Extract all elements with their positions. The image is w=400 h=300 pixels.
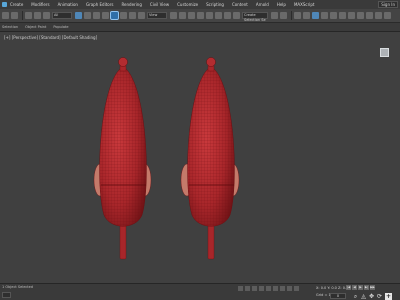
rendered-frame-window-icon[interactable] [357, 12, 364, 19]
menu-help[interactable]: Help [277, 2, 286, 7]
manipulate-icon[interactable] [179, 12, 186, 19]
menu-civil-view[interactable]: Civil View [150, 2, 169, 7]
menu-arnold[interactable]: Arnold [256, 2, 269, 7]
ribbon-tab-selection[interactable]: Selection [2, 25, 18, 29]
menu-graph-editors[interactable]: Graph Editors [86, 2, 113, 7]
adaptive-degradation-icon[interactable] [259, 286, 264, 291]
edit-named-selection-icon[interactable] [233, 12, 240, 19]
material-editor-icon[interactable] [339, 12, 346, 19]
go-to-end-icon[interactable]: ▶▶ [370, 285, 375, 290]
auto-key-icon[interactable] [294, 286, 299, 291]
link-icon[interactable] [25, 12, 32, 19]
undo-icon[interactable] [2, 12, 9, 19]
sign-in-button[interactable]: Sign In [378, 1, 398, 8]
right-model[interactable] [180, 57, 240, 260]
menu-customize[interactable]: Customize [177, 2, 198, 7]
play-icon[interactable]: ▶ [358, 285, 363, 290]
scene-explorer-icon[interactable] [294, 12, 301, 19]
left-model-wireframe [99, 67, 147, 227]
key-filters-icon[interactable] [273, 286, 278, 291]
select-by-name-icon[interactable] [84, 12, 91, 19]
right-model-stem [207, 221, 215, 260]
orbit-icon[interactable]: ⟳ [376, 293, 383, 300]
set-key-mode-icon[interactable] [287, 286, 292, 291]
viewport-label[interactable]: [+] [Perspective] [Standard] [Default Sh… [4, 35, 97, 40]
time-configuration-icon[interactable] [280, 286, 285, 291]
menu-rendering[interactable]: Rendering [121, 2, 141, 7]
mirror-icon[interactable] [271, 12, 278, 19]
toolbar-divider [291, 11, 292, 20]
field-of-view-icon[interactable]: ◬ [360, 293, 367, 300]
menu-scripting[interactable]: Scripting [206, 2, 224, 7]
menu-create[interactable]: Create [10, 2, 23, 7]
next-frame-icon[interactable]: ▶| [364, 285, 369, 290]
animation-playback-controls: |◀ ◀ ▶ ▶| ▶▶ [346, 285, 376, 290]
viewport-scene [93, 57, 240, 260]
pan-view-icon[interactable]: ✥ [368, 293, 375, 300]
schematic-view-icon[interactable] [330, 12, 337, 19]
menu-bar: Create Modifiers Animation Graph Editors… [0, 0, 400, 9]
toolbar-divider [22, 11, 23, 20]
menu-modifiers[interactable]: Modifiers [31, 2, 49, 7]
render-production-icon[interactable] [366, 12, 373, 19]
perspective-viewport[interactable]: [+] [Perspective] [Standard] [Default Sh… [0, 32, 400, 283]
ribbon-tabs: Selection Object Paint Populate [0, 23, 400, 32]
select-and-scale-icon[interactable] [129, 12, 136, 19]
selection-status-text: 1 Object Selected [2, 285, 34, 289]
named-selection-set-dropdown[interactable]: Create Selection Se [242, 12, 268, 22]
menu-maxscript[interactable]: MAXScript [294, 2, 315, 7]
app-logo-icon[interactable] [2, 2, 7, 7]
render-setup-icon[interactable] [348, 12, 355, 19]
rectangle-selection-icon[interactable] [93, 12, 100, 19]
go-to-start-icon[interactable]: |◀ [346, 285, 351, 290]
layer-explorer-icon[interactable] [303, 12, 310, 19]
right-model-wireframe [187, 67, 235, 227]
bind-space-warp-icon[interactable] [43, 12, 50, 19]
snaps-toggle-icon[interactable] [197, 12, 204, 19]
left-model[interactable] [93, 57, 152, 260]
select-object-icon[interactable] [75, 12, 82, 19]
curve-editor-icon[interactable] [321, 12, 328, 19]
selection-lock-icon[interactable] [245, 286, 250, 291]
main-toolbar: All View Create Selection Se [0, 9, 400, 23]
render-in-cloud-icon[interactable] [375, 12, 382, 19]
left-model-stem [119, 221, 127, 260]
current-frame-field[interactable]: 0 [330, 293, 346, 299]
ribbon-tab-object-paint[interactable]: Object Paint [25, 25, 46, 29]
keyboard-shortcut-icon[interactable] [188, 12, 195, 19]
add-time-tag-icon[interactable] [266, 286, 271, 291]
angle-snap-icon[interactable] [206, 12, 213, 19]
left-model-head [118, 57, 128, 67]
coordinate-readout: X: 0.0 Y: 0.0 Z: 0.0 [316, 286, 349, 290]
spinner-snap-icon[interactable] [224, 12, 231, 19]
percent-snap-icon[interactable] [215, 12, 222, 19]
ribbon-toggle-icon[interactable] [312, 12, 319, 19]
a360-gallery-icon[interactable] [384, 12, 391, 19]
maxscript-listener-toggle[interactable] [2, 292, 11, 298]
unlink-icon[interactable] [34, 12, 41, 19]
select-and-move-icon[interactable] [110, 11, 119, 20]
menu-content[interactable]: Content [232, 2, 248, 7]
status-tools [238, 286, 301, 291]
align-icon[interactable] [280, 12, 287, 19]
right-model-head [206, 57, 216, 67]
selection-filter-dropdown[interactable]: All [52, 12, 72, 19]
previous-frame-icon[interactable]: ◀ [352, 285, 357, 290]
select-and-place-icon[interactable] [138, 12, 145, 19]
menu-animation[interactable]: Animation [58, 2, 78, 7]
isolate-selection-icon[interactable] [238, 286, 243, 291]
viewcube-icon[interactable] [380, 48, 389, 57]
status-bar: 1 Object Selected X: 0.0 Y: 0.0 Z: 0.0 G… [0, 283, 400, 300]
maximize-viewport-icon[interactable]: + [385, 293, 392, 300]
window-crossing-icon[interactable] [102, 12, 109, 19]
redo-icon[interactable] [11, 12, 18, 19]
pivot-center-icon[interactable] [170, 12, 177, 19]
reference-coordinate-dropdown[interactable]: View [147, 12, 167, 19]
select-and-rotate-icon[interactable] [120, 12, 127, 19]
zoom-icon[interactable]: ⌕ [352, 293, 359, 300]
absolute-mode-icon[interactable] [252, 286, 257, 291]
ribbon-tab-populate[interactable]: Populate [53, 25, 68, 29]
